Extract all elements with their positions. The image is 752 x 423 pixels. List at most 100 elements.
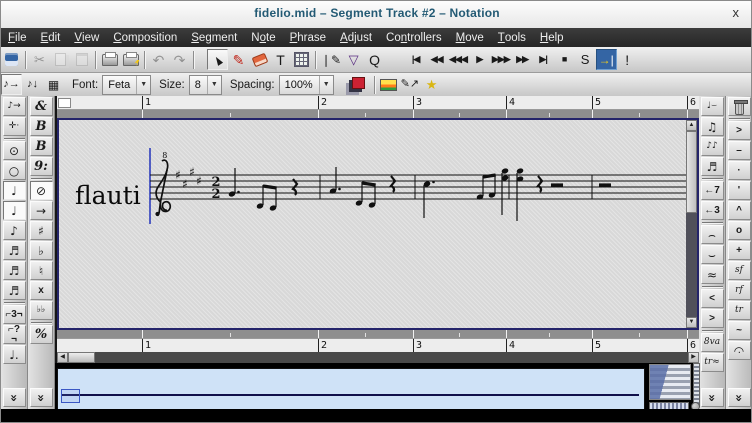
more-accidentals-button[interactable]: »: [29, 388, 53, 407]
guitar-chord-tool-button[interactable]: [291, 49, 312, 70]
draw-tool-button[interactable]: ✎: [228, 49, 249, 70]
play-button[interactable]: ▶: [469, 49, 490, 70]
filter-button[interactable]: ▽: [343, 49, 364, 70]
harmonic-button[interactable]: o: [727, 221, 751, 240]
menu-note[interactable]: No te: [244, 28, 282, 47]
undo-button[interactable]: ↶: [148, 49, 169, 70]
tenuto-button[interactable]: –: [727, 141, 751, 160]
crotchet-button[interactable]: ♩: [2, 201, 26, 220]
panic-button[interactable]: !: [617, 49, 638, 70]
menu-view[interactable]: View: [67, 28, 106, 47]
untriplet-button[interactable]: ←3: [700, 201, 724, 220]
rewind-button[interactable]: ◀◀: [426, 49, 447, 70]
paste-button[interactable]: [71, 49, 92, 70]
fast-forward-fast-button[interactable]: ▶▶▶: [490, 49, 512, 70]
horizontal-scroll-handle[interactable]: [68, 352, 95, 363]
notes-rests-toggle-button[interactable]: ♪→: [2, 97, 26, 116]
marker-button[interactable]: ★: [421, 74, 442, 95]
menu-edit[interactable]: Edit: [34, 28, 68, 47]
spacing-dropdown[interactable]: 100% ▼: [278, 74, 334, 95]
chord-name-ruler-button[interactable]: [378, 74, 399, 95]
scroll-down-arrow[interactable]: ▼: [686, 317, 697, 328]
tie-button[interactable]: ♩⌣: [700, 97, 724, 116]
size-dropdown[interactable]: 8 ▼: [188, 74, 222, 95]
menu-tools[interactable]: Tools: [491, 28, 533, 47]
panner-zoom-display[interactable]: [649, 364, 691, 400]
crescendo-button[interactable]: <: [700, 289, 724, 308]
stopped-button[interactable]: +: [727, 241, 751, 260]
stop-button[interactable]: ■: [554, 49, 575, 70]
quaver-button[interactable]: ♪: [2, 221, 26, 240]
menu-file[interactable]: File: [1, 28, 34, 47]
print-button[interactable]: [99, 49, 120, 70]
turn-button[interactable]: ~: [727, 321, 751, 340]
demisemiquaver-button[interactable]: ♬: [2, 261, 26, 280]
cycle-slashes-button[interactable]: [344, 74, 371, 95]
menu-composition[interactable]: Composition: [106, 28, 184, 47]
accent-button[interactable]: >: [727, 121, 751, 140]
menu-move[interactable]: Move: [449, 28, 491, 47]
vertical-scrollbar[interactable]: ▲ ▼: [686, 120, 697, 328]
double-flat-button[interactable]: ♭♭: [29, 301, 53, 320]
continuous-page-layout-button[interactable]: ♪↓: [22, 74, 43, 95]
hemidemisemiquaver-button[interactable]: ♬: [2, 281, 26, 300]
fast-forward-button[interactable]: ▶▶: [512, 49, 533, 70]
horizontal-scrollbar[interactable]: ◀ ▶: [57, 352, 699, 363]
select-tool-button[interactable]: ▲: [207, 49, 228, 70]
double-sharp-button[interactable]: x: [29, 281, 53, 300]
sharp-button[interactable]: ♯: [29, 221, 53, 240]
treble-clef-button[interactable]: &: [29, 97, 53, 116]
vertical-zoom-thumbwheel[interactable]: [693, 363, 700, 407]
dot-toggle-button[interactable]: ✛·: [2, 117, 26, 136]
vertical-scroll-handle[interactable]: [686, 131, 697, 213]
save-button[interactable]: [1, 49, 22, 70]
top-bar-ruler[interactable]: 1 2 3 4 5 6: [57, 96, 699, 110]
velocity-ruler-button[interactable]: ✎↗: [399, 74, 421, 95]
rewind-fast-button[interactable]: ◀◀◀: [447, 49, 469, 70]
scroll-right-arrow[interactable]: ▶: [688, 352, 699, 363]
fast-forward-to-end-button[interactable]: ▶|: [533, 49, 554, 70]
trill-button[interactable]: tr: [727, 301, 751, 320]
redo-button[interactable]: ↷: [169, 49, 190, 70]
semibreve-button[interactable]: ○: [2, 161, 26, 180]
more-group-button[interactable]: »: [700, 388, 724, 407]
insert-pitch-button[interactable]: ❘✎: [319, 49, 343, 70]
solo-button[interactable]: S: [575, 49, 596, 70]
untuplet-button[interactable]: ←7: [700, 181, 724, 200]
decrescendo-button[interactable]: >: [700, 309, 724, 328]
phrasing-slur-button[interactable]: ⌣: [700, 245, 724, 264]
bass-clef-button[interactable]: 9:: [29, 157, 53, 176]
breve-button[interactable]: ⊙: [2, 141, 26, 160]
semiquaver-button[interactable]: ♬: [2, 241, 26, 260]
segno-button[interactable]: %: [29, 325, 53, 344]
dotted-note-button[interactable]: ♩.: [2, 345, 26, 364]
menu-segment[interactable]: Segment: [184, 28, 244, 47]
copy-button[interactable]: [50, 49, 71, 70]
close-button[interactable]: x: [733, 5, 740, 20]
segment-overview-panel[interactable]: [57, 368, 645, 413]
break-beam-button[interactable]: ♪♪: [700, 137, 724, 156]
alto-clef-button[interactable]: B: [29, 117, 53, 136]
slur-button[interactable]: ⌢: [700, 225, 724, 244]
more-durations-button[interactable]: »: [2, 388, 26, 407]
cut-button[interactable]: ✂: [29, 49, 50, 70]
triplet-button[interactable]: ⌐3¬: [2, 305, 26, 324]
more-marks-button[interactable]: »: [727, 388, 751, 407]
sforzando-button[interactable]: sf: [727, 261, 751, 280]
tuplet-button[interactable]: ⌐?¬: [2, 324, 26, 344]
notation-canvas[interactable]: flauti 8 ♯ ♯ ♯ ♯ 2 2 ▲ ▼: [57, 118, 699, 330]
staccato-button[interactable]: ·: [727, 161, 751, 180]
no-accidental-button[interactable]: ⊘: [29, 181, 53, 200]
view-region-indicator[interactable]: [61, 389, 80, 403]
rinforzando-button[interactable]: rf: [727, 281, 751, 300]
follow-accidental-button[interactable]: →: [29, 201, 53, 220]
natural-button[interactable]: ♮: [29, 261, 53, 280]
auto-beam-button[interactable]: ♬: [700, 157, 724, 176]
print-preview-button[interactable]: [120, 49, 141, 70]
menu-adjust[interactable]: Adjust: [333, 28, 379, 47]
scroll-up-arrow[interactable]: ▲: [686, 120, 697, 131]
font-dropdown[interactable]: Feta ▼: [102, 74, 152, 95]
tenor-clef-button[interactable]: B: [29, 137, 53, 156]
scroll-left-arrow[interactable]: ◀: [57, 352, 68, 363]
trill-line-button[interactable]: tr≈: [700, 353, 724, 372]
